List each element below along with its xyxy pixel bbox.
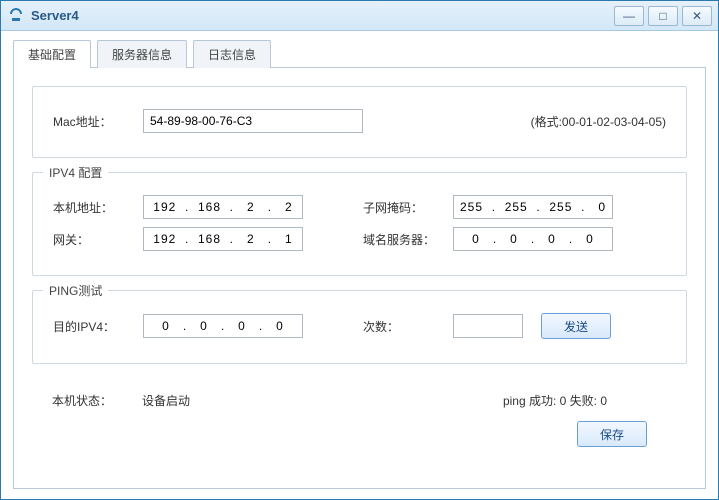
mac-section: Mac地址： (格式:00-01-02-03-04-05)	[32, 86, 687, 158]
window-controls: — □ ✕	[610, 6, 712, 26]
ping-section: PING测试 目的IPV4： 次数： 发送	[32, 290, 687, 364]
status-row: 本机状态： 设备启动 ping 成功: 0 失败: 0	[32, 388, 687, 413]
tab-server-info[interactable]: 服务器信息	[97, 40, 187, 68]
mac-input[interactable]	[143, 109, 363, 133]
save-row: 保存	[32, 413, 687, 447]
ipv4-row-2: 网关： 域名服务器：	[53, 227, 666, 251]
mac-format-hint: (格式:00-01-02-03-04-05)	[531, 113, 666, 130]
machine-state-label: 本机状态：	[52, 392, 142, 409]
basic-config-panel: Mac地址： (格式:00-01-02-03-04-05) IPV4 配置 本机…	[13, 67, 706, 489]
machine-state-value: 设备启动	[142, 392, 190, 409]
ping-target-label: 目的IPV4：	[53, 318, 143, 335]
gateway-input[interactable]	[143, 227, 303, 251]
save-button[interactable]: 保存	[577, 421, 647, 447]
tab-basic-config[interactable]: 基础配置	[13, 40, 91, 68]
tab-bar: 基础配置 服务器信息 日志信息	[13, 39, 706, 67]
ping-legend: PING测试	[43, 282, 108, 299]
dns-label: 域名服务器：	[363, 231, 453, 248]
mac-label: Mac地址：	[53, 113, 143, 130]
ping-result: ping 成功: 0 失败: 0	[503, 392, 607, 409]
maximize-button[interactable]: □	[648, 6, 678, 26]
content-area: 基础配置 服务器信息 日志信息 Mac地址： (格式:00-01-02-03-0…	[1, 31, 718, 499]
local-addr-label: 本机地址：	[53, 199, 143, 216]
app-icon	[7, 7, 25, 25]
subnet-input[interactable]	[453, 195, 613, 219]
ping-count-label: 次数：	[363, 318, 453, 335]
local-addr-input[interactable]	[143, 195, 303, 219]
ipv4-section: IPV4 配置 本机地址： 子网掩码： 网关： 域名服务器：	[32, 172, 687, 276]
ping-target-input[interactable]	[143, 314, 303, 338]
ping-count-input[interactable]	[453, 314, 523, 338]
ipv4-legend: IPV4 配置	[43, 164, 108, 181]
gateway-label: 网关：	[53, 231, 143, 248]
dns-input[interactable]	[453, 227, 613, 251]
minimize-button[interactable]: —	[614, 6, 644, 26]
ipv4-row-1: 本机地址： 子网掩码：	[53, 195, 666, 219]
titlebar: Server4 — □ ✕	[1, 1, 718, 31]
subnet-label: 子网掩码：	[363, 199, 453, 216]
mac-row: Mac地址： (格式:00-01-02-03-04-05)	[53, 109, 666, 133]
ping-row: 目的IPV4： 次数： 发送	[53, 313, 666, 339]
send-button[interactable]: 发送	[541, 313, 611, 339]
app-window: Server4 — □ ✕ 基础配置 服务器信息 日志信息 Mac地址： (格式…	[0, 0, 719, 500]
tab-log-info[interactable]: 日志信息	[193, 40, 271, 68]
window-title: Server4	[31, 8, 610, 23]
close-button[interactable]: ✕	[682, 6, 712, 26]
